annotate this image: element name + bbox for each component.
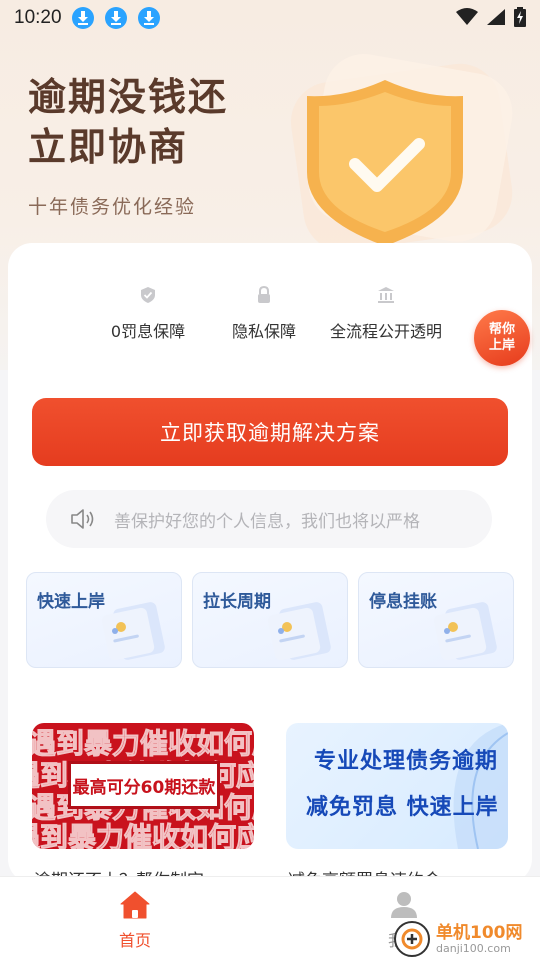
- download-icon: [137, 7, 160, 29]
- tab-home[interactable]: 首页: [95, 891, 175, 951]
- profile-icon: [391, 892, 417, 918]
- pattern-row: 遇到暴力催收如何应对: [32, 821, 254, 849]
- watermark: 单机100网 danji100.com: [392, 918, 540, 960]
- document-icon: [267, 602, 331, 661]
- tile-extend-period[interactable]: 拉长周期: [192, 572, 348, 668]
- hero-title-line2: 立即协商: [28, 125, 189, 169]
- feature-transparent: 全流程公开透明: [322, 286, 450, 342]
- download-icon: [104, 7, 127, 29]
- banner-box-text: 最高可分60期还款: [72, 777, 216, 798]
- status-time: 10:20: [14, 7, 62, 28]
- banner-installment[interactable]: 遇到暴力催收如何应对 遇到暴力催收如何应对 遇到暴力催收如何应对 遇到暴力催收如…: [32, 723, 254, 849]
- banner-line2: 减免罚息 快速上岸: [306, 795, 499, 820]
- help-ashore-badge[interactable]: 帮你上岸: [474, 310, 530, 366]
- feature-label: 0罚息保障: [110, 322, 186, 341]
- bank-icon: [378, 287, 394, 303]
- get-solution-button[interactable]: 立即获取逾期解决方案: [32, 398, 508, 466]
- help-badge-label: 帮你上岸: [488, 322, 515, 353]
- feature-label: 全流程公开透明: [329, 322, 442, 341]
- watermark-name: 单机100网: [436, 922, 523, 943]
- status-bar: 10:20: [0, 0, 540, 36]
- banner-debt-service[interactable]: 专业处理债务逾期 减免罚息 快速上岸: [286, 723, 508, 849]
- feather-decoration: [453, 723, 508, 849]
- shield-illustration: [285, 40, 525, 260]
- home-icon: [120, 891, 150, 919]
- shield-check-icon: [141, 287, 155, 303]
- hero-subtitle: 十年债务优化经验: [28, 196, 197, 218]
- banner-box: 最高可分60期还款: [68, 761, 220, 809]
- hero-title-line1: 逾期没钱还: [28, 75, 229, 119]
- watermark-logo: [394, 921, 430, 957]
- notice-text: 善保护好您的个人信息，我们也将以严格: [114, 511, 420, 532]
- battery-charging-icon: [514, 7, 526, 27]
- wifi-icon: [456, 8, 478, 25]
- signal-icon: [487, 9, 505, 25]
- feature-privacy: 隐私保障: [226, 285, 302, 342]
- speaker-icon: [71, 509, 94, 529]
- tab-label: 首页: [118, 931, 151, 950]
- document-icon: [433, 602, 497, 661]
- feature-penalty: 0罚息保障: [106, 286, 190, 342]
- download-icon: [71, 7, 94, 29]
- banner-line1: 专业处理债务逾期: [314, 749, 499, 774]
- tile-fast-ashore[interactable]: 快速上岸: [26, 572, 182, 668]
- hero-title: 逾期没钱还 立即协商: [28, 72, 228, 172]
- document-icon: [101, 602, 165, 661]
- lock-icon: [258, 285, 270, 303]
- feature-label: 隐私保障: [231, 322, 296, 341]
- watermark-url: danji100.com: [436, 941, 511, 955]
- pattern-row: 遇到暴力催收如何应对: [32, 727, 254, 760]
- tile-suspend-interest[interactable]: 停息挂账: [358, 572, 514, 668]
- notice-bar: 善保护好您的个人信息，我们也将以严格: [46, 490, 492, 548]
